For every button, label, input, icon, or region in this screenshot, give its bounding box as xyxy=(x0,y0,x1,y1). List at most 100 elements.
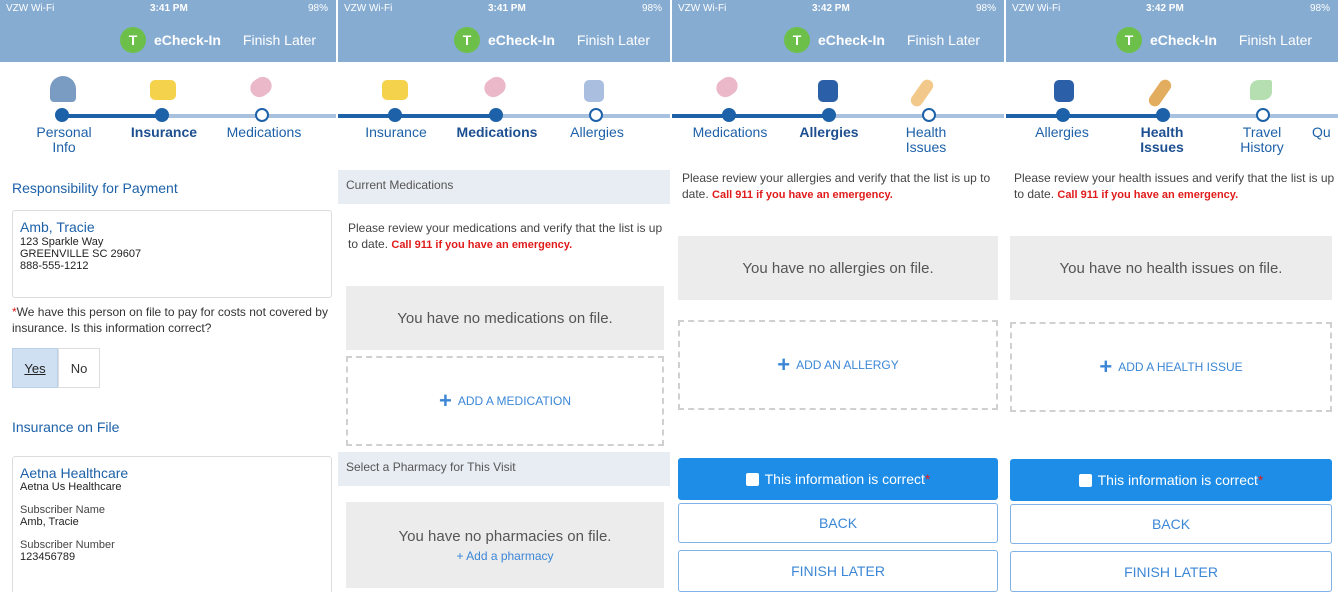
confirm-label: This information is correct xyxy=(1097,472,1258,488)
top-bar: VZW Wi-Fi 3:41 PM 98% T eCheck-In Finish… xyxy=(0,0,336,62)
app-title: eCheck-In xyxy=(818,32,885,48)
carrier-text: VZW Wi-Fi xyxy=(344,3,393,14)
panel-insurance: VZW Wi-Fi 3:41 PM 98% T eCheck-In Finish… xyxy=(0,0,336,592)
status-bar: VZW Wi-Fi 3:41 PM 98% xyxy=(338,3,670,19)
emergency-warning: Call 911 if you have an emergency. xyxy=(712,189,893,201)
step-dot-allergies[interactable] xyxy=(1056,108,1070,122)
subscriber-name: Amb, Tracie xyxy=(20,516,79,528)
person-icon xyxy=(50,76,76,102)
battery-text: 98% xyxy=(307,3,328,14)
back-button[interactable]: BACK xyxy=(1010,504,1332,544)
finish-later-link[interactable]: Finish Later xyxy=(1239,32,1312,48)
step-label-health-issues[interactable]: Health Issues xyxy=(1132,125,1192,155)
avatar[interactable]: T xyxy=(120,27,146,53)
carrier-text: VZW Wi-Fi xyxy=(6,3,55,14)
responsible-person-card[interactable]: Amb, Tracie 123 Sparkle Way GREENVILLE S… xyxy=(12,210,332,298)
airplane-icon xyxy=(1250,80,1272,100)
step-label-travel-history[interactable]: Travel History xyxy=(1232,125,1292,155)
person-address1: 123 Sparkle Way xyxy=(20,236,104,248)
app-title: eCheck-In xyxy=(1150,32,1217,48)
yes-button[interactable]: Yes xyxy=(12,348,58,388)
screenshot-composite: VZW Wi-Fi 3:41 PM 98% T eCheck-In Finish… xyxy=(0,0,1338,592)
panel-allergies: VZW Wi-Fi 3:42 PM 98% T eCheck-In Finish… xyxy=(672,0,1004,592)
subscriber-number: 123456789 xyxy=(20,551,76,563)
step-label-allergies[interactable]: Allergies xyxy=(552,125,642,140)
confirm-checkbox-button[interactable]: This information is correct * xyxy=(678,458,998,500)
no-medications-notice: You have no medications on file. xyxy=(346,286,664,350)
step-dot-medications[interactable] xyxy=(489,108,503,122)
step-dot-personal[interactable] xyxy=(55,108,69,122)
avatar[interactable]: T xyxy=(784,27,810,53)
step-dot-travel-history[interactable] xyxy=(1256,108,1270,122)
person-name: Amb, Tracie xyxy=(20,219,95,235)
step-label-medications[interactable]: Medications xyxy=(214,125,314,140)
step-label-insurance[interactable]: Insurance xyxy=(120,125,208,140)
finish-later-link[interactable]: Finish Later xyxy=(907,32,980,48)
app-title: eCheck-In xyxy=(488,32,555,48)
progress-track-remaining xyxy=(496,114,670,118)
person-phone: 888-555-1212 xyxy=(20,260,89,272)
step-label-medications[interactable]: Medications xyxy=(452,125,542,140)
add-pharmacy-label: Add a pharmacy xyxy=(466,548,554,563)
add-health-issue-label: ADD A HEALTH ISSUE xyxy=(1118,360,1243,374)
checkbox[interactable] xyxy=(1078,473,1092,487)
carrier-text: VZW Wi-Fi xyxy=(678,3,727,14)
finish-later-link[interactable]: Finish Later xyxy=(243,32,316,48)
emergency-warning: Call 911 if you have an emergency. xyxy=(1057,189,1239,201)
clipboard-icon xyxy=(1054,80,1074,102)
add-health-issue-button[interactable]: + ADD A HEALTH ISSUE xyxy=(1010,322,1332,412)
step-label-personal[interactable]: Personal Info xyxy=(24,125,104,155)
checkbox[interactable] xyxy=(745,472,759,486)
back-button[interactable]: BACK xyxy=(678,503,998,543)
add-medication-label: ADD A MEDICATION xyxy=(457,394,571,408)
progress-track xyxy=(672,114,830,118)
insurance-card-icon xyxy=(382,80,408,100)
insurance-name: Aetna Healthcare xyxy=(20,465,129,481)
step-dot-insurance[interactable] xyxy=(388,108,402,122)
step-label-questions[interactable]: Qu xyxy=(1312,125,1338,140)
step-dot-medications[interactable] xyxy=(255,108,269,122)
step-label-health-issues[interactable]: Health Issues xyxy=(896,125,956,155)
finish-later-button[interactable]: FINISH LATER xyxy=(1010,551,1332,592)
finish-later-button[interactable]: FINISH LATER xyxy=(678,550,998,592)
required-asterisk: * xyxy=(924,471,931,487)
add-pharmacy-link[interactable]: + Add a pharmacy xyxy=(456,549,553,563)
confirm-checkbox-button[interactable]: This information is correct * xyxy=(1010,459,1332,501)
status-time: 3:41 PM xyxy=(150,3,188,14)
step-label-medications[interactable]: Medications xyxy=(682,125,778,140)
insurance-on-file-title: Insurance on File xyxy=(12,419,120,435)
step-dot-allergies[interactable] xyxy=(822,108,836,122)
step-label-allergies[interactable]: Allergies xyxy=(1020,125,1104,140)
allergies-message: Please review your allergies and verify … xyxy=(682,170,1000,203)
progress-track xyxy=(62,114,168,118)
battery-text: 98% xyxy=(975,3,996,14)
progress-track xyxy=(338,114,496,118)
insurance-card[interactable]: Aetna Healthcare Aetna Us Healthcare Sub… xyxy=(12,456,332,592)
finish-later-link[interactable]: Finish Later xyxy=(577,32,650,48)
avatar[interactable]: T xyxy=(454,27,480,53)
status-bar: VZW Wi-Fi 3:42 PM 98% xyxy=(672,3,1004,19)
step-label-insurance[interactable]: Insurance xyxy=(352,125,440,140)
no-button[interactable]: No xyxy=(58,348,100,388)
step-dot-allergies[interactable] xyxy=(589,108,603,122)
insurance-card-icon xyxy=(150,80,176,100)
status-time: 3:42 PM xyxy=(812,3,850,14)
app-header: T eCheck-In Finish Later xyxy=(120,26,316,54)
step-dot-medications[interactable] xyxy=(722,108,736,122)
status-bar: VZW Wi-Fi 3:42 PM 98% xyxy=(1006,3,1338,19)
step-dot-health-issues[interactable] xyxy=(1156,108,1170,122)
responsibility-title: Responsibility for Payment xyxy=(12,180,178,196)
add-medication-button[interactable]: + ADD A MEDICATION xyxy=(346,356,664,446)
step-label-allergies[interactable]: Allergies xyxy=(784,125,874,140)
avatar[interactable]: T xyxy=(1116,27,1142,53)
confirm-label: This information is correct xyxy=(764,471,925,487)
progress-track-remaining xyxy=(830,114,1004,118)
progress-track-remaining xyxy=(1164,114,1338,118)
step-dot-health-issues[interactable] xyxy=(922,108,936,122)
panel-medications: VZW Wi-Fi 3:41 PM 98% T eCheck-In Finish… xyxy=(338,0,670,592)
add-allergy-button[interactable]: + ADD AN ALLERGY xyxy=(678,320,998,410)
subscriber-name-label: Subscriber Name xyxy=(20,504,105,516)
app-header: T eCheck-In Finish Later xyxy=(454,26,650,54)
carrier-text: VZW Wi-Fi xyxy=(1012,3,1061,14)
step-dot-insurance[interactable] xyxy=(155,108,169,122)
